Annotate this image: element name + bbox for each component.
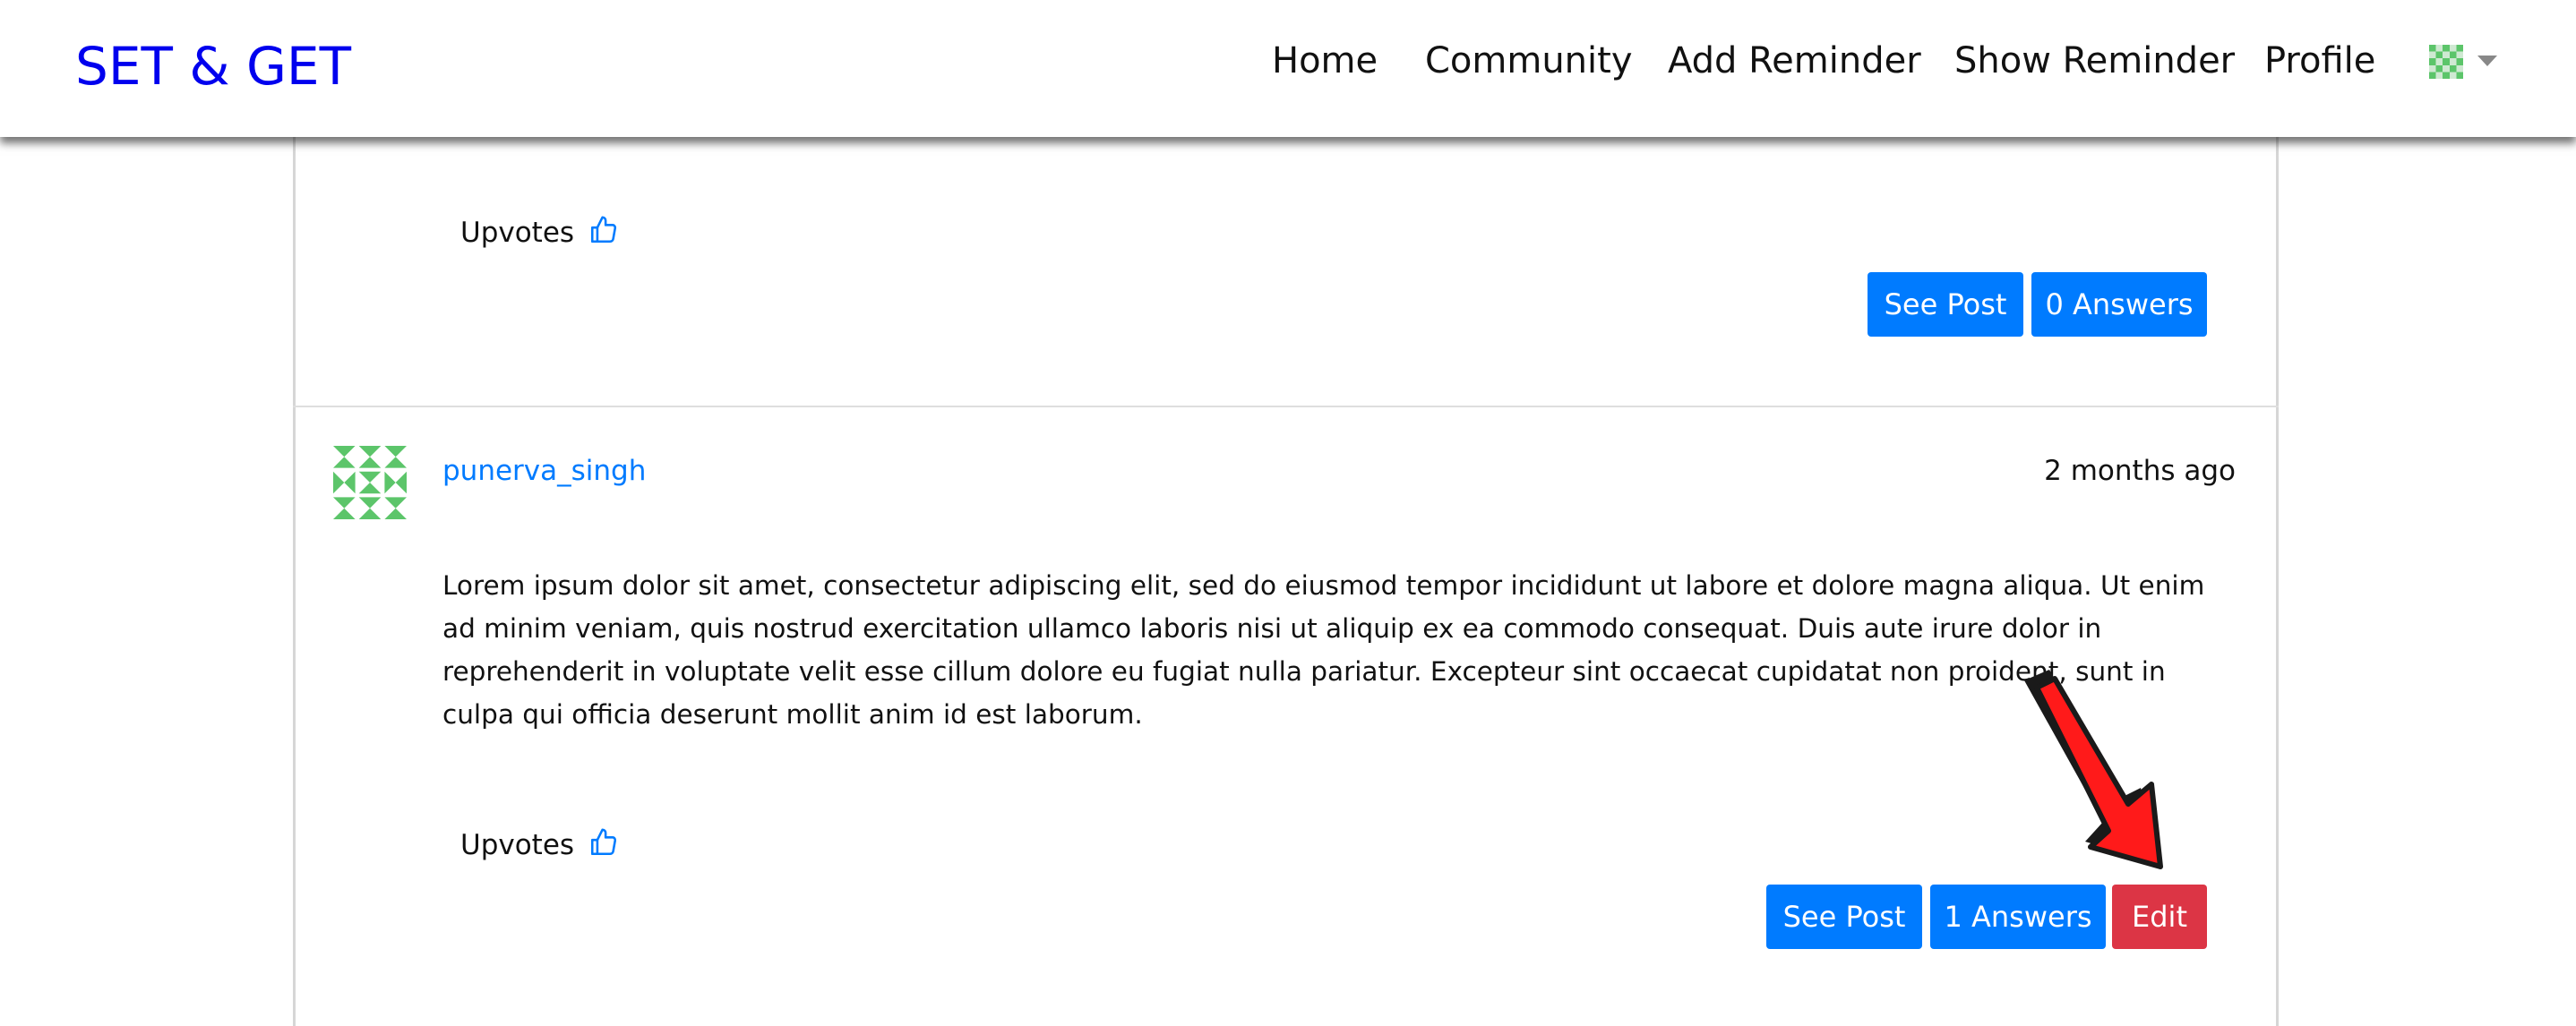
nav-add-reminder-link[interactable]: Add Reminder — [1668, 36, 1921, 86]
upvotes-label: Upvotes — [460, 829, 575, 861]
author-avatar-icon — [333, 446, 407, 519]
post-2-see-post-button[interactable]: See Post — [1766, 885, 1922, 949]
identicon-avatar-icon[interactable] — [2429, 45, 2463, 79]
nav-community-link[interactable]: Community — [1425, 36, 1633, 86]
post-2-edit-button[interactable]: Edit — [2112, 885, 2207, 949]
post-author-link[interactable]: punerva_singh — [442, 453, 646, 489]
nav-profile-link[interactable]: Profile — [2264, 36, 2375, 86]
upvotes-label: Upvotes — [460, 217, 575, 249]
post-timestamp: 2 months ago — [2044, 455, 2236, 487]
top-navbar: SET & GET Home Community Add Reminder Sh… — [0, 0, 2576, 137]
post-body-text: Lorem ipsum dolor sit amet, consectetur … — [442, 570, 2205, 730]
post-2-answers-button[interactable]: 1 Answers — [1930, 885, 2106, 949]
nav-home-link[interactable]: Home — [1272, 36, 1378, 86]
post-divider — [293, 406, 2279, 407]
brand-logo-link[interactable]: SET & GET — [75, 34, 351, 98]
post-1-answers-button[interactable]: 0 Answers — [2031, 272, 2207, 337]
thumbs-up-icon[interactable] — [588, 827, 619, 858]
thumbs-up-icon[interactable] — [588, 215, 619, 245]
post-1-upvotes: Upvotes — [460, 215, 619, 251]
post-1-see-post-button[interactable]: See Post — [1868, 272, 2023, 337]
post-2-upvotes: Upvotes — [460, 827, 619, 863]
annotation-arrow-icon — [2024, 670, 2163, 869]
nav-show-reminder-link[interactable]: Show Reminder — [1954, 36, 2235, 86]
caret-down-icon[interactable] — [2477, 56, 2497, 66]
